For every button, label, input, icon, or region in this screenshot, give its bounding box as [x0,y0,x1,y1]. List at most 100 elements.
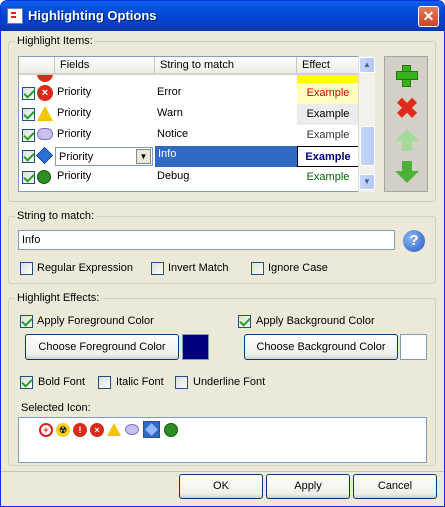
close-button[interactable]: ✕ [418,6,439,27]
info-icon [36,147,53,164]
notice-bubble-icon[interactable] [125,424,139,435]
table-row[interactable]: Priority Warn Example [19,104,359,125]
info-diamond [145,423,158,436]
debug-bug-icon[interactable] [164,423,178,437]
cancel-button[interactable]: Cancel [353,474,437,499]
column-header-string[interactable]: String to match [155,57,297,75]
scroll-thumb[interactable] [360,126,375,166]
plus-icon-bar [396,71,418,80]
row-enabled-checkbox[interactable] [22,108,35,121]
window-title: Highlighting Options [28,8,157,23]
table-row[interactable]: × Priority Error Example [19,83,359,104]
ok-button[interactable]: OK [179,474,263,499]
scroll-up-button[interactable]: ▲ [359,57,375,73]
radiation-icon[interactable]: ☢ [56,423,70,437]
row-string: Error [157,86,182,98]
row-field: Priority [57,128,92,140]
choose-bg-color-button[interactable]: Choose Background Color [244,334,398,360]
highlighting-options-dialog: Highlighting Options ✕ Highlight Items: … [0,0,445,507]
arrow-down-icon-stem [402,161,412,171]
row-string: Debug [157,170,190,182]
effect-example-partial [297,75,359,83]
bg-color-swatch[interactable] [400,334,427,360]
move-down-button[interactable] [393,159,421,187]
error-icon [37,75,53,82]
choose-fg-color-button[interactable]: Choose Foreground Color [25,334,179,360]
underline-font-label: Underline Font [193,376,266,388]
highlight-items-label: Highlight Items: [15,35,95,47]
regex-checkbox[interactable] [20,262,33,275]
underline-font-checkbox[interactable] [175,376,188,389]
apply-bg-label: Apply Background Color [256,315,375,327]
effect-example: Example [297,83,359,104]
row-enabled-checkbox[interactable] [22,150,35,163]
app-icon [7,8,23,24]
row-enabled-checkbox[interactable] [22,87,35,100]
effect-example: Example [297,104,359,125]
bold-font-checkbox[interactable] [20,376,33,389]
string-to-match-label: String to match: [15,210,97,222]
apply-button[interactable]: Apply [266,474,350,499]
warning-icon [37,106,53,121]
row-enabled-checkbox[interactable] [22,129,35,142]
table-row-partial[interactable] [19,75,359,83]
error-exclamation-icon[interactable]: ! [73,423,87,437]
table-row-selected[interactable]: Priority ▼ Info Example [19,146,359,167]
notice-bubble-icon [37,128,53,140]
highlight-effects-label: Highlight Effects: [15,292,102,304]
help-icon[interactable]: ? [403,230,425,252]
invert-match-checkbox[interactable] [151,262,164,275]
arrow-down-icon [395,171,419,183]
column-header-checkbox [19,57,55,75]
regex-label: Regular Expression [37,262,133,274]
chevron-down-icon[interactable]: ▼ [136,149,151,164]
italic-font-label: Italic Font [116,376,164,388]
field-select[interactable]: Priority ▼ [55,147,153,166]
arrow-up-icon-stem [402,141,412,151]
footer-divider [1,471,444,472]
column-header-effect[interactable]: Effect [297,57,359,75]
item-actions-panel: ✖ [384,56,428,192]
ignore-case-checkbox[interactable] [251,262,264,275]
effect-example: Example [297,125,359,146]
warning-icon[interactable] [107,423,121,436]
move-up-button[interactable] [393,127,421,155]
row-field: Priority [57,86,92,98]
grid-vertical-scrollbar[interactable]: ▲ ▼ [358,56,375,192]
column-header-fields[interactable]: Fields [55,57,155,75]
bold-font-label: Bold Font [38,376,86,388]
row-enabled-checkbox[interactable] [22,171,35,184]
row-field: Priority [57,170,92,182]
string-cell-selected[interactable]: Info [155,146,297,167]
arrow-up-icon [395,129,419,141]
row-string: Notice [157,128,189,140]
error-icon: × [37,85,53,101]
info-icon[interactable] [143,421,160,438]
highlight-items-grid[interactable]: Fields String to match Effect × Priority… [18,56,375,192]
plus-circle-icon[interactable]: + [39,423,53,437]
ignore-case-label: Ignore Case [268,262,328,274]
string-to-match-input[interactable]: Info [18,230,395,250]
icon-picker[interactable]: + ☢ ! × [18,417,427,463]
add-item-button[interactable] [393,62,421,90]
apply-fg-label: Apply Foreground Color [37,315,154,327]
field-select-value: Priority [59,151,94,163]
delete-x-icon: ✖ [395,93,419,124]
selected-icon-label: Selected Icon: [21,402,91,414]
apply-bg-checkbox[interactable] [238,315,251,328]
delete-item-button[interactable]: ✖ [393,95,421,123]
invert-match-label: Invert Match [168,262,229,274]
row-string: Info [158,148,177,160]
fg-color-swatch[interactable] [182,334,209,360]
italic-font-checkbox[interactable] [98,376,111,389]
apply-fg-checkbox[interactable] [20,315,33,328]
effect-example: Example [297,167,359,188]
table-row[interactable]: Priority Debug Example [19,167,359,188]
debug-bug-icon [37,170,51,184]
effect-example: Example [297,146,359,167]
error-x-icon[interactable]: × [90,423,104,437]
row-field: Priority [57,107,92,119]
scroll-down-button[interactable]: ▼ [359,174,375,190]
row-string: Warn [157,107,183,119]
table-row[interactable]: Priority Notice Example [19,125,359,146]
